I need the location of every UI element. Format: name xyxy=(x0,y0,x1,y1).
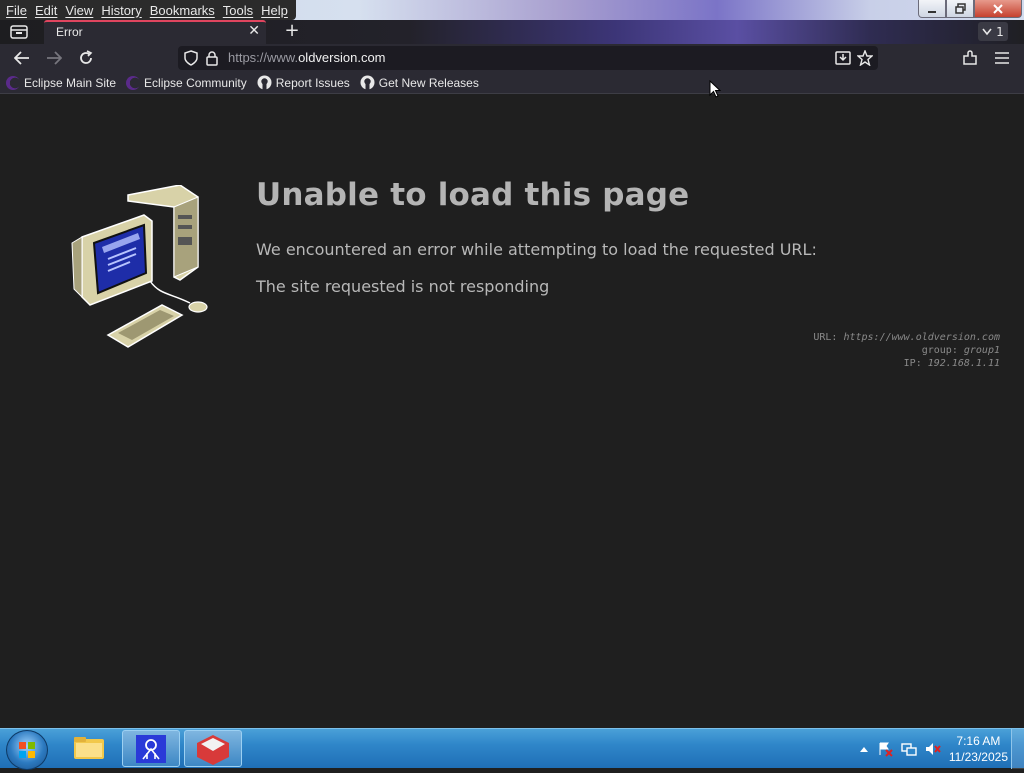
extensions-button[interactable] xyxy=(958,48,982,68)
forward-arrow-icon xyxy=(47,51,62,65)
start-button[interactable] xyxy=(6,730,48,770)
window-controls xyxy=(918,0,1022,18)
menu-help[interactable]: Help xyxy=(257,3,292,18)
shield-icon[interactable] xyxy=(182,49,200,67)
tab-overflow-button[interactable]: 1 xyxy=(978,22,1008,41)
bookmark-get-new-releases[interactable]: Get New Releases xyxy=(360,75,479,90)
taskbar: 7:16 AM 11/23/2025 xyxy=(0,728,1024,770)
page-content: Unable to load this page We encountered … xyxy=(0,95,1024,728)
action-center-flag-icon[interactable] xyxy=(877,741,893,757)
browser-app-icon xyxy=(197,735,229,765)
lock-icon[interactable] xyxy=(203,49,221,67)
meta-ip-line: IP: 192.168.1.11 xyxy=(903,358,1000,369)
hamburger-icon xyxy=(995,52,1009,64)
github-icon xyxy=(257,75,272,90)
eclipse-icon xyxy=(6,75,20,90)
back-arrow-icon xyxy=(14,51,29,65)
bookmark-star-icon[interactable] xyxy=(856,49,874,67)
close-icon xyxy=(993,3,1003,14)
menu-tools[interactable]: Tools xyxy=(219,3,257,18)
close-window-button[interactable] xyxy=(974,0,1022,18)
volume-muted-icon[interactable] xyxy=(925,741,941,757)
taskbar-browser[interactable] xyxy=(184,730,242,767)
forward-button[interactable] xyxy=(42,48,66,68)
minimize-button[interactable] xyxy=(918,0,946,18)
clock-time: 7:16 AM xyxy=(956,734,1001,748)
tab-error[interactable]: Error ✕ xyxy=(44,20,266,44)
bookmarks-toolbar: Eclipse Main Site Eclipse Community Repo… xyxy=(0,72,1024,94)
menu-edit[interactable]: Edit xyxy=(31,3,61,18)
error-meta-info: URL: https://www.oldversion.com group: g… xyxy=(813,331,1000,370)
menu-history[interactable]: History xyxy=(97,3,145,18)
meta-group-line: group: group1 xyxy=(921,345,1000,356)
error-description: We encountered an error while attempting… xyxy=(256,240,817,259)
system-tray: 7:16 AM 11/23/2025 xyxy=(859,729,1008,769)
back-button[interactable] xyxy=(10,48,34,68)
reload-icon xyxy=(80,50,93,64)
url-text: https://www.oldversion.com xyxy=(228,50,386,65)
menu-file[interactable]: File xyxy=(2,3,31,18)
mouse-cursor-icon xyxy=(709,80,722,98)
bookmark-eclipse-community[interactable]: Eclipse Community xyxy=(126,75,247,90)
bookmark-eclipse-main-site[interactable]: Eclipse Main Site xyxy=(6,75,117,90)
system-clock[interactable]: 7:16 AM 11/23/2025 xyxy=(949,733,1008,765)
restore-button[interactable] xyxy=(946,0,974,18)
error-reason: The site requested is not responding xyxy=(256,277,550,296)
tray-expand-icon[interactable] xyxy=(859,745,869,753)
tab-strip: Error ✕ + 1 xyxy=(0,20,1024,44)
url-bar[interactable]: https://www.oldversion.com xyxy=(178,46,878,70)
network-app-icon xyxy=(136,735,166,763)
computer-illustration-icon xyxy=(71,185,208,348)
tab-list-icon xyxy=(10,25,28,39)
navigation-bar: https://www.oldversion.com xyxy=(0,44,1024,72)
show-desktop-button[interactable] xyxy=(1011,729,1024,769)
github-icon xyxy=(360,75,375,90)
bookmark-label: Get New Releases xyxy=(378,75,479,90)
reload-button[interactable] xyxy=(74,48,98,68)
error-title: Unable to load this page xyxy=(256,177,690,213)
menu-bar: File Edit View History Bookmarks Tools H… xyxy=(0,0,296,20)
new-tab-button[interactable]: + xyxy=(282,21,302,41)
menu-bookmarks[interactable]: Bookmarks xyxy=(146,3,219,18)
download-page-icon[interactable] xyxy=(834,49,852,67)
eclipse-icon xyxy=(126,75,141,90)
firefox-view-button[interactable] xyxy=(6,22,32,42)
puzzle-icon xyxy=(963,50,977,65)
network-icon[interactable] xyxy=(901,741,917,757)
folder-icon xyxy=(74,737,104,759)
bookmark-label: Report Issues xyxy=(275,75,350,90)
bookmark-label: Eclipse Community xyxy=(144,75,247,90)
taskbar-app-network[interactable] xyxy=(122,730,180,767)
meta-url-line: URL: https://www.oldversion.com xyxy=(813,332,1000,343)
tab-title: Error xyxy=(56,25,83,39)
menu-view[interactable]: View xyxy=(61,3,97,18)
minimize-icon xyxy=(928,10,936,13)
bookmark-label: Eclipse Main Site xyxy=(24,75,117,90)
windows-logo-icon xyxy=(19,742,35,758)
chevron-down-icon xyxy=(982,28,992,35)
clock-date: 11/23/2025 xyxy=(948,750,1008,764)
taskbar-file-explorer[interactable] xyxy=(60,730,118,767)
bookmark-report-issues[interactable]: Report Issues xyxy=(257,75,350,90)
tab-close-button[interactable]: ✕ xyxy=(248,23,260,39)
restore-icon xyxy=(954,3,966,14)
tab-count-label: 1 xyxy=(996,24,1004,39)
app-menu-button[interactable] xyxy=(990,48,1014,68)
